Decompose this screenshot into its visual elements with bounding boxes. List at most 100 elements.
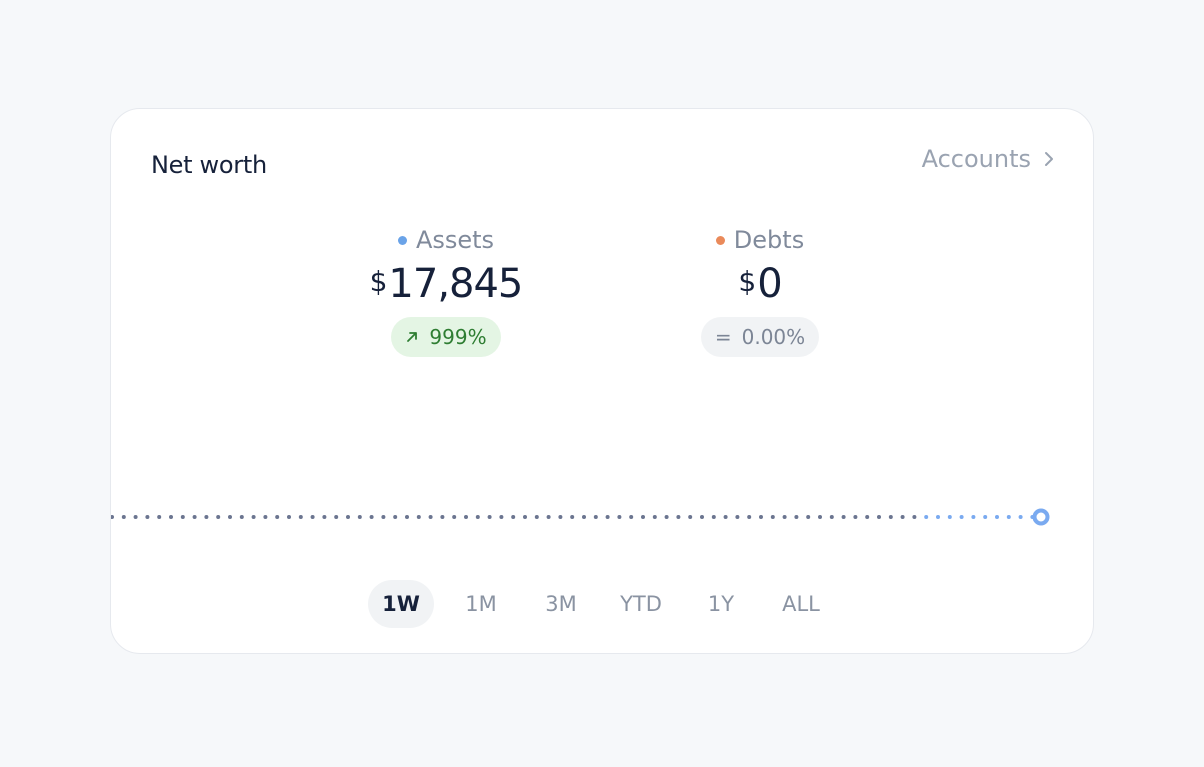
sparkline-dot [900, 515, 905, 519]
sparkline-dot [652, 515, 657, 519]
sparkline-dot [111, 515, 114, 519]
sparkline-dot [121, 515, 126, 519]
sparkline-dot [617, 515, 622, 519]
sparkline-dot [357, 515, 362, 519]
sparkline-dot [641, 515, 645, 519]
sparkline-dot [499, 515, 504, 519]
sparkline-dot [169, 515, 173, 519]
debts-value: $ 0 [738, 261, 782, 307]
sparkline-dot [605, 515, 610, 519]
sparkline-dot [983, 515, 988, 519]
sparkline-dot [829, 515, 834, 519]
sparkline-dot [251, 515, 256, 519]
sparkline-dot [546, 515, 551, 519]
debts-label-row: Debts [715, 225, 805, 255]
debts-summary: Debts $ 0 = 0.00% [650, 225, 870, 357]
sparkline-dot [735, 515, 740, 519]
sparkline-dot [263, 515, 268, 519]
sparkline-dot [747, 515, 752, 519]
sparkline-dot [1006, 515, 1011, 519]
range-tab-1w[interactable]: 1W [368, 580, 434, 628]
sparkline-dot [228, 515, 232, 519]
sparkline-dot [995, 515, 999, 519]
sparkline-dot [346, 515, 350, 519]
sparkline-dot [582, 515, 586, 519]
sparkline-dot [475, 515, 480, 519]
debts-label: Debts [733, 226, 805, 254]
range-tab-1m[interactable]: 1M [448, 580, 514, 628]
debts-change-badge: = 0.00% [700, 317, 820, 357]
sparkline-dot [192, 515, 197, 519]
sparkline-dot [558, 515, 563, 519]
assets-label-row: Assets [397, 225, 495, 255]
assets-change-value: 999% [429, 325, 487, 349]
sparkline-dot [629, 515, 634, 519]
sparkline-dot [405, 515, 409, 519]
debts-change-value: 0.00% [741, 325, 806, 349]
sparkline-dot [853, 515, 858, 519]
sparkline-dot [841, 515, 846, 519]
sparkline-dot [888, 515, 893, 519]
sparkline-dot [216, 515, 221, 519]
chevron-right-icon [1045, 152, 1053, 166]
assets-change-badge: 999% [391, 317, 501, 357]
sparkline-dot [711, 515, 716, 519]
sparkline-dot [416, 515, 421, 519]
range-tab-1y[interactable]: 1Y [688, 580, 754, 628]
sparkline-dot [239, 515, 244, 519]
sparkline-dot [912, 515, 917, 519]
range-tabs: 1W 1M 3M YTD 1Y ALL [368, 580, 848, 628]
sparkline-dot [180, 515, 185, 519]
net-worth-card: Net worth Accounts Assets $ 17,845 999% … [110, 108, 1094, 654]
equals-icon: = [714, 325, 732, 349]
card-title: Net worth [151, 151, 267, 179]
accounts-link-label: Accounts [921, 145, 1031, 173]
sparkline-dot [688, 515, 693, 519]
sparkline-dot [1018, 515, 1023, 519]
sparkline-dot [664, 515, 669, 519]
sparkline-dot [452, 515, 457, 519]
sparkline-dot [723, 515, 728, 519]
sparkline-dot [947, 515, 952, 519]
sparkline-dot [511, 515, 516, 519]
sparkline-dot [133, 515, 138, 519]
sparkline-dot [971, 515, 976, 519]
sparkline-dot [157, 515, 162, 519]
sparkline-dot [334, 515, 339, 519]
sparkline-dot [759, 515, 763, 519]
sparkline-dot [287, 515, 291, 519]
sparkline-dot [700, 515, 704, 519]
assets-summary: Assets $ 17,845 999% [336, 225, 556, 357]
accounts-link[interactable]: Accounts [922, 145, 1055, 173]
sparkline-dot [487, 515, 492, 519]
sparkline-dot [865, 515, 870, 519]
sparkline-dot [936, 515, 940, 519]
debts-amount: 0 [757, 261, 782, 307]
assets-amount: 17,845 [388, 261, 523, 307]
range-tab-3m[interactable]: 3M [528, 580, 594, 628]
sparkline-dot [877, 515, 881, 519]
sparkline-dot [959, 515, 964, 519]
sparkline-dot [676, 515, 681, 519]
debts-dot-icon [715, 235, 725, 245]
sparkline-dot [593, 515, 598, 519]
assets-dot-icon [397, 235, 407, 245]
range-tab-ytd[interactable]: YTD [608, 580, 674, 628]
sparkline-dot [534, 515, 539, 519]
assets-currency: $ [369, 265, 388, 298]
sparkline-dot [523, 515, 527, 519]
net-worth-sparkline [111, 508, 1050, 526]
sparkline-dot [818, 515, 822, 519]
assets-label: Assets [415, 226, 495, 254]
sparkline-dot [381, 515, 386, 519]
sparkline-dot [770, 515, 775, 519]
sparkline-dot [464, 515, 468, 519]
sparkline-dot [393, 515, 398, 519]
sparkline-dot [428, 515, 433, 519]
range-tab-all[interactable]: ALL [768, 580, 834, 628]
sparkline-current-point [1032, 508, 1050, 526]
sparkline-dot [782, 515, 787, 519]
sparkline-dot [794, 515, 799, 519]
sparkline-dot [298, 515, 303, 519]
sparkline-dot [310, 515, 315, 519]
